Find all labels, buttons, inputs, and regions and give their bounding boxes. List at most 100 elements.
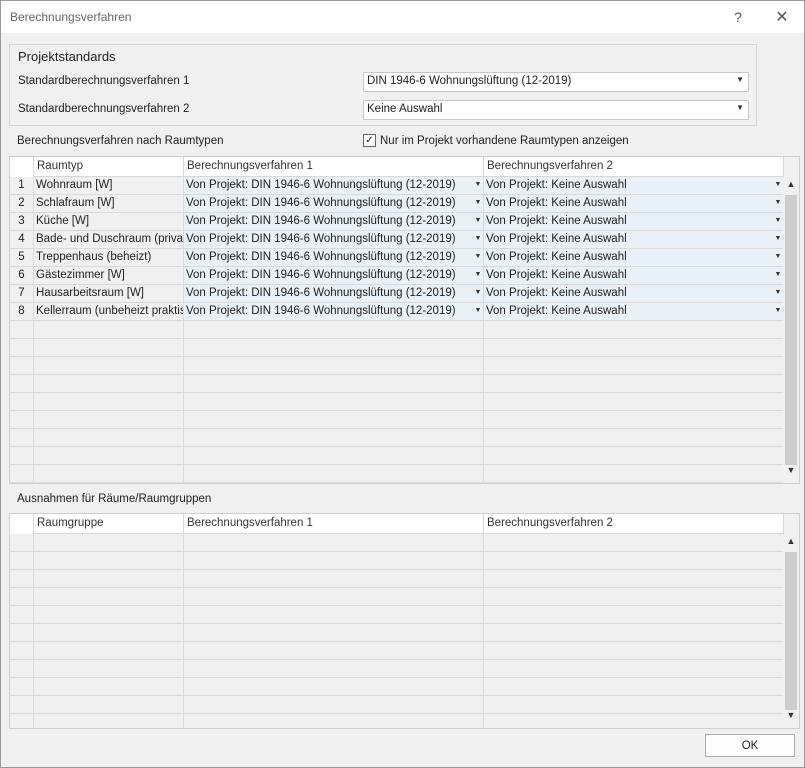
chevron-down-icon[interactable]: ▼ [774, 213, 782, 230]
chevron-down-icon[interactable]: ▼ [474, 285, 482, 302]
col-header-bv1[interactable]: Berechnungsverfahren 1 [184, 514, 484, 534]
chevron-down-icon[interactable]: ▼ [774, 267, 782, 284]
chevron-down-icon[interactable]: ▼ [783, 710, 799, 726]
empty-cell [184, 393, 484, 411]
raumtyp-cell-text: Bade- und Duschraum (priva... [36, 233, 184, 245]
empty-cell [10, 696, 34, 714]
empty-cell [484, 393, 784, 411]
table-row[interactable]: 2 Schlafraum [W] Von Projekt: DIN 1946-6 W… [10, 195, 784, 213]
bv1-dropdown-cell[interactable]: Von Projekt: DIN 1946-6 Wohnungslüftung … [184, 195, 484, 213]
bv1-dropdown-cell-text: Von Projekt: DIN 1946-6 Wohnungslüftung … [186, 215, 456, 227]
table-row[interactable]: 4 Bade- und Duschraum (priva... Von Projek… [10, 231, 784, 249]
check-icon[interactable]: ✓ [363, 134, 376, 147]
table-row[interactable]: 5 Treppenhaus (beheizt) Von Projekt: DIN 1… [10, 249, 784, 267]
row-number-text: 3 [18, 215, 25, 227]
raumtypen-scrollbar[interactable]: ▲ ▼ [783, 177, 799, 483]
row-number: 6 [10, 267, 34, 285]
raumtypen-section-label: Berechnungsverfahren nach Raumtypen [17, 135, 224, 147]
bv1-dropdown-cell[interactable]: Von Projekt: DIN 1946-6 Wohnungslüftung … [184, 267, 484, 285]
std1-label: Standardberechnungsverfahren 1 [18, 75, 190, 87]
empty-cell [184, 339, 484, 357]
empty-cell [10, 570, 34, 588]
chevron-down-icon[interactable]: ▼ [474, 213, 482, 230]
empty-cell [34, 714, 184, 728]
col-header-raumtyp[interactable]: Raumtyp [34, 157, 184, 177]
chevron-down-icon[interactable]: ▼ [736, 103, 744, 112]
col-header-raumgruppe[interactable]: Raumgruppe [34, 514, 184, 534]
empty-cell [484, 447, 784, 465]
chevron-down-icon[interactable]: ▼ [783, 465, 799, 481]
raumtypen-filter-checkbox[interactable]: ✓ Nur im Projekt vorhandene Raumtypen an… [363, 134, 629, 147]
std1-combobox[interactable]: DIN 1946-6 Wohnungslüftung (12-2019) ▼ [363, 72, 749, 92]
col-header-bv2[interactable]: Berechnungsverfahren 2 [484, 514, 784, 534]
table-row[interactable]: 3 Küche [W] Von Projekt: DIN 1946-6 Wohnun… [10, 213, 784, 231]
chevron-down-icon[interactable]: ▼ [774, 303, 782, 320]
bv1-dropdown-cell[interactable]: Von Projekt: DIN 1946-6 Wohnungslüftung … [184, 213, 484, 231]
bv2-dropdown-cell[interactable]: Von Projekt: Keine Auswahl ▼ [484, 303, 784, 321]
raumtyp-cell: Kellerraum (unbeheizt praktis... [34, 303, 184, 321]
bv2-dropdown-cell[interactable]: Von Projekt: Keine Auswahl ▼ [484, 213, 784, 231]
scroll-thumb[interactable] [785, 552, 797, 710]
chevron-up-icon[interactable]: ▲ [783, 536, 799, 552]
chevron-down-icon[interactable]: ▼ [774, 231, 782, 248]
bv1-dropdown-cell[interactable]: Von Projekt: DIN 1946-6 Wohnungslüftung … [184, 177, 484, 195]
chevron-down-icon[interactable]: ▼ [474, 231, 482, 248]
scroll-thumb[interactable] [785, 195, 797, 465]
chevron-down-icon[interactable]: ▼ [474, 195, 482, 212]
raumtyp-cell-text: Küche [W] [36, 215, 90, 227]
rownum-header [10, 157, 34, 177]
empty-cell [484, 552, 784, 570]
ausnahmen-grid: Raumgruppe Berechnungsverfahren 1 Berech… [9, 513, 800, 729]
row-number-text: 4 [18, 233, 25, 245]
empty-cell [10, 447, 34, 465]
bv1-dropdown-cell[interactable]: Von Projekt: DIN 1946-6 Wohnungslüftung … [184, 231, 484, 249]
table-row[interactable]: 6 Gästezimmer [W] Von Projekt: DIN 1946-6 … [10, 267, 784, 285]
close-button[interactable]: ✕ [767, 5, 797, 29]
raumtyp-cell-text: Kellerraum (unbeheizt praktis... [36, 305, 184, 317]
bv2-dropdown-cell[interactable]: Von Projekt: Keine Auswahl ▼ [484, 231, 784, 249]
bv2-dropdown-cell[interactable]: Von Projekt: Keine Auswahl ▼ [484, 285, 784, 303]
bv2-dropdown-cell[interactable]: Von Projekt: Keine Auswahl ▼ [484, 267, 784, 285]
bv1-dropdown-cell-text: Von Projekt: DIN 1946-6 Wohnungslüftung … [186, 197, 456, 209]
std1-value: DIN 1946-6 Wohnungslüftung (12-2019) [367, 75, 572, 87]
empty-row [10, 375, 784, 393]
bv2-dropdown-cell-text: Von Projekt: Keine Auswahl [486, 197, 627, 209]
bv1-dropdown-cell[interactable]: Von Projekt: DIN 1946-6 Wohnungslüftung … [184, 249, 484, 267]
col-header-bv2[interactable]: Berechnungsverfahren 2 [484, 157, 784, 177]
empty-cell [34, 534, 184, 552]
table-row[interactable]: 7 Hausarbeitsraum [W] Von Projekt: DIN 194… [10, 285, 784, 303]
bv1-dropdown-cell-text: Von Projekt: DIN 1946-6 Wohnungslüftung … [186, 233, 456, 245]
ausnahmen-section-label: Ausnahmen für Räume/Raumgruppen [17, 493, 212, 505]
chevron-down-icon[interactable]: ▼ [474, 177, 482, 194]
empty-cell [184, 357, 484, 375]
row-number-text: 7 [18, 287, 25, 299]
empty-cell [10, 375, 34, 393]
ausnahmen-scrollbar[interactable]: ▲ ▼ [783, 534, 799, 728]
bv2-dropdown-cell[interactable]: Von Projekt: Keine Auswahl ▼ [484, 195, 784, 213]
chevron-down-icon[interactable]: ▼ [774, 249, 782, 266]
chevron-down-icon[interactable]: ▼ [474, 249, 482, 266]
chevron-down-icon[interactable]: ▼ [774, 177, 782, 194]
empty-cell [484, 624, 784, 642]
empty-cell [484, 696, 784, 714]
bv1-dropdown-cell[interactable]: Von Projekt: DIN 1946-6 Wohnungslüftung … [184, 303, 484, 321]
chevron-down-icon[interactable]: ▼ [774, 285, 782, 302]
empty-row [10, 321, 784, 339]
chevron-down-icon[interactable]: ▼ [474, 303, 482, 320]
chevron-down-icon[interactable]: ▼ [774, 195, 782, 212]
col-header-bv1[interactable]: Berechnungsverfahren 1 [184, 157, 484, 177]
chevron-up-icon[interactable]: ▲ [783, 179, 799, 195]
projektstandards-group: Projektstandards Standardberechnungsverf… [9, 44, 757, 126]
ok-button[interactable]: OK [705, 734, 795, 757]
chevron-down-icon[interactable]: ▼ [474, 267, 482, 284]
table-row[interactable]: 1 Wohnraum [W] Von Projekt: DIN 1946-6 Woh… [10, 177, 784, 195]
table-row[interactable]: 8 Kellerraum (unbeheizt praktis... Von Pro… [10, 303, 784, 321]
bv2-dropdown-cell[interactable]: Von Projekt: Keine Auswahl ▼ [484, 177, 784, 195]
empty-cell [484, 660, 784, 678]
std2-combobox[interactable]: Keine Auswahl ▼ [363, 100, 749, 120]
bv1-dropdown-cell[interactable]: Von Projekt: DIN 1946-6 Wohnungslüftung … [184, 285, 484, 303]
chevron-down-icon[interactable]: ▼ [736, 75, 744, 84]
bv2-dropdown-cell[interactable]: Von Projekt: Keine Auswahl ▼ [484, 249, 784, 267]
empty-cell [10, 588, 34, 606]
help-button[interactable]: ? [723, 5, 753, 29]
